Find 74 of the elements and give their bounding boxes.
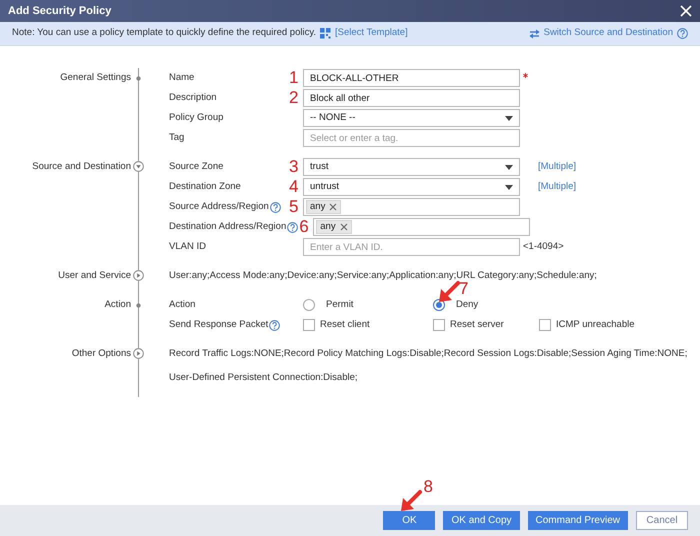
field-label: Description <box>169 90 217 105</box>
expand-icon[interactable] <box>132 270 144 281</box>
tag-chip: any <box>316 220 352 234</box>
help-icon[interactable] <box>269 320 280 330</box>
section-label: Action <box>104 298 131 312</box>
callout-number: 2 <box>289 90 300 106</box>
action-button[interactable]: OK and Copy <box>443 511 520 530</box>
radio-button[interactable] <box>303 299 315 311</box>
range-hint: <1-4094> <box>523 240 564 254</box>
callout-number: 1 <box>289 70 300 86</box>
summary-text: User-Defined Persistent Connection:Disable; <box>169 371 359 385</box>
checkbox-option[interactable]: ICMP unreachable <box>539 318 635 332</box>
select-field[interactable]: -- NONE -- <box>303 109 520 127</box>
callout-number: 8 <box>423 479 433 495</box>
radio-button[interactable] <box>433 299 445 311</box>
field-label: Source Zone <box>169 160 224 174</box>
action-button[interactable]: OK <box>383 511 436 530</box>
text-field[interactable]: Select or enter a tag. <box>303 129 520 147</box>
remove-icon[interactable] <box>329 203 338 211</box>
cancel-button[interactable]: Cancel <box>636 511 688 530</box>
section-label: User and Service <box>57 269 131 283</box>
multiple-link[interactable]: [Multiple] <box>538 180 576 194</box>
help-icon[interactable] <box>677 28 688 39</box>
field-label: Tag <box>169 130 184 145</box>
section-label: Other Options <box>70 347 131 361</box>
checkbox[interactable] <box>303 319 315 331</box>
section-label: General Settings <box>59 71 131 85</box>
node-dot-icon <box>136 76 140 81</box>
section-label: Source and Destination <box>31 160 131 174</box>
field-label: Name <box>169 70 194 85</box>
swap-icon[interactable] <box>528 28 540 38</box>
tag-chip: any <box>306 200 342 214</box>
callout-number: 3 <box>289 159 300 175</box>
node-dot-icon <box>136 303 140 308</box>
field-label: Policy Group <box>169 110 224 125</box>
arrow-icon <box>399 489 424 513</box>
checkbox-option[interactable]: Reset client <box>303 318 433 332</box>
help-icon[interactable] <box>287 222 298 232</box>
text-field[interactable]: Enter a VLAN ID. <box>303 238 520 256</box>
select-field[interactable]: untrust <box>303 178 520 196</box>
action-button[interactable]: Command Preview <box>528 511 628 530</box>
text-field[interactable]: Block all other <box>303 89 520 107</box>
window-title: Add Security Policy <box>8 4 112 19</box>
checkbox[interactable] <box>539 319 551 331</box>
note-text: Note: You can use a policy template to quickly define the required policy. <box>12 26 316 40</box>
select-field[interactable]: trust <box>303 158 520 176</box>
checkbox[interactable] <box>433 319 445 331</box>
field-label: Send Response Packet <box>169 318 268 332</box>
close-icon[interactable] <box>680 5 692 17</box>
callout-number: 4 <box>289 179 300 195</box>
radio-option[interactable]: Permit <box>303 298 354 312</box>
field-label: VLAN ID <box>169 240 206 254</box>
checkbox-option[interactable]: Reset server <box>433 318 539 332</box>
tag-field[interactable]: any <box>303 198 520 216</box>
collapse-icon[interactable] <box>132 161 144 172</box>
field-label: Source Address/Region <box>169 200 269 214</box>
field-label: Destination Zone <box>169 180 241 194</box>
template-icon[interactable] <box>320 28 332 39</box>
dropdown-caret-icon <box>505 184 513 190</box>
dropdown-caret-icon <box>505 116 513 120</box>
dropdown-caret-icon <box>505 164 513 170</box>
tag-field[interactable]: any <box>313 218 530 236</box>
help-icon[interactable] <box>270 202 281 212</box>
summary-text: Record Traffic Logs:NONE;Record Policy Matching Logs:Disable;Record Session Logs:Disable;Session Aging Time:NONE; <box>169 347 688 361</box>
multiple-link[interactable]: [Multiple] <box>538 160 576 174</box>
callout-number: 7 <box>459 280 468 297</box>
field-label: Action <box>169 298 196 312</box>
field-label: Destination Address/Region <box>169 220 286 234</box>
expand-icon[interactable] <box>132 348 144 359</box>
remove-icon[interactable] <box>340 223 348 231</box>
callout-number: 6 <box>299 219 310 235</box>
summary-text: User:any;Access Mode:any;Device:any;Service:any;Application:any;URL Category:any;Schedule:any; <box>169 269 598 282</box>
text-field[interactable]: BLOCK-ALL-OTHER <box>303 69 520 87</box>
callout-number: 5 <box>289 199 300 215</box>
